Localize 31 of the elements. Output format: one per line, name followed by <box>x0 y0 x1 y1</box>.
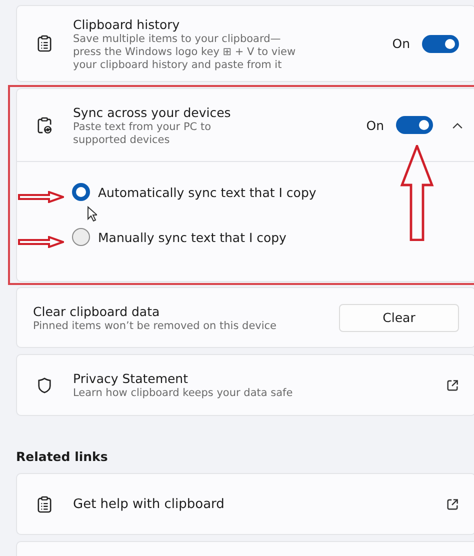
toggle-state-label: On <box>392 36 410 51</box>
radio-label[interactable]: Automatically sync text that I copy <box>98 184 316 200</box>
external-link-icon <box>446 378 459 392</box>
setting-title: Clipboard history <box>73 16 181 32</box>
clipboard-icon <box>37 496 52 512</box>
clear-button[interactable]: Clear <box>339 304 459 332</box>
link-card[interactable]: Privacy Statement Learn how clipboard keeps your data safe <box>16 354 474 416</box>
toggle-switch[interactable] <box>422 34 459 52</box>
setting-description: Paste text from your PC to supported devices <box>73 120 212 146</box>
radio-button[interactable] <box>72 228 90 246</box>
toggle-switch[interactable] <box>396 116 433 134</box>
link-card[interactable]: Get help with clipboard <box>16 473 474 535</box>
setting-title: Privacy Statement <box>73 370 190 387</box>
clipboard-sync-icon <box>37 116 52 134</box>
annotation-arrow <box>18 236 64 248</box>
setting-title: Sync across your devices <box>73 104 232 120</box>
setting-description: Pinned items won’t be removed on this device <box>33 320 278 332</box>
chevron-icon[interactable] <box>452 122 463 128</box>
annotation-arrow <box>18 191 64 203</box>
setting-description: Learn how clipboard keeps your data safe <box>73 387 294 400</box>
setting-title: Clear clipboard data <box>33 302 161 320</box>
radio-label[interactable]: Manually sync text that I copy <box>98 230 286 244</box>
clipboard-icon <box>37 35 52 52</box>
mouse-pointer-icon <box>87 206 97 222</box>
external-link-icon <box>446 498 459 510</box>
setting-description: Save multiple items to your clipboard—press the Windows logo key ⊞ + V to view your clipboard history and paste from it <box>73 32 297 72</box>
radio-button[interactable] <box>72 183 90 201</box>
shield-icon <box>37 376 52 394</box>
toggle-state-label: On <box>366 118 384 132</box>
link-title: Get help with clipboard <box>73 496 226 512</box>
section-heading: Related links <box>16 449 109 464</box>
